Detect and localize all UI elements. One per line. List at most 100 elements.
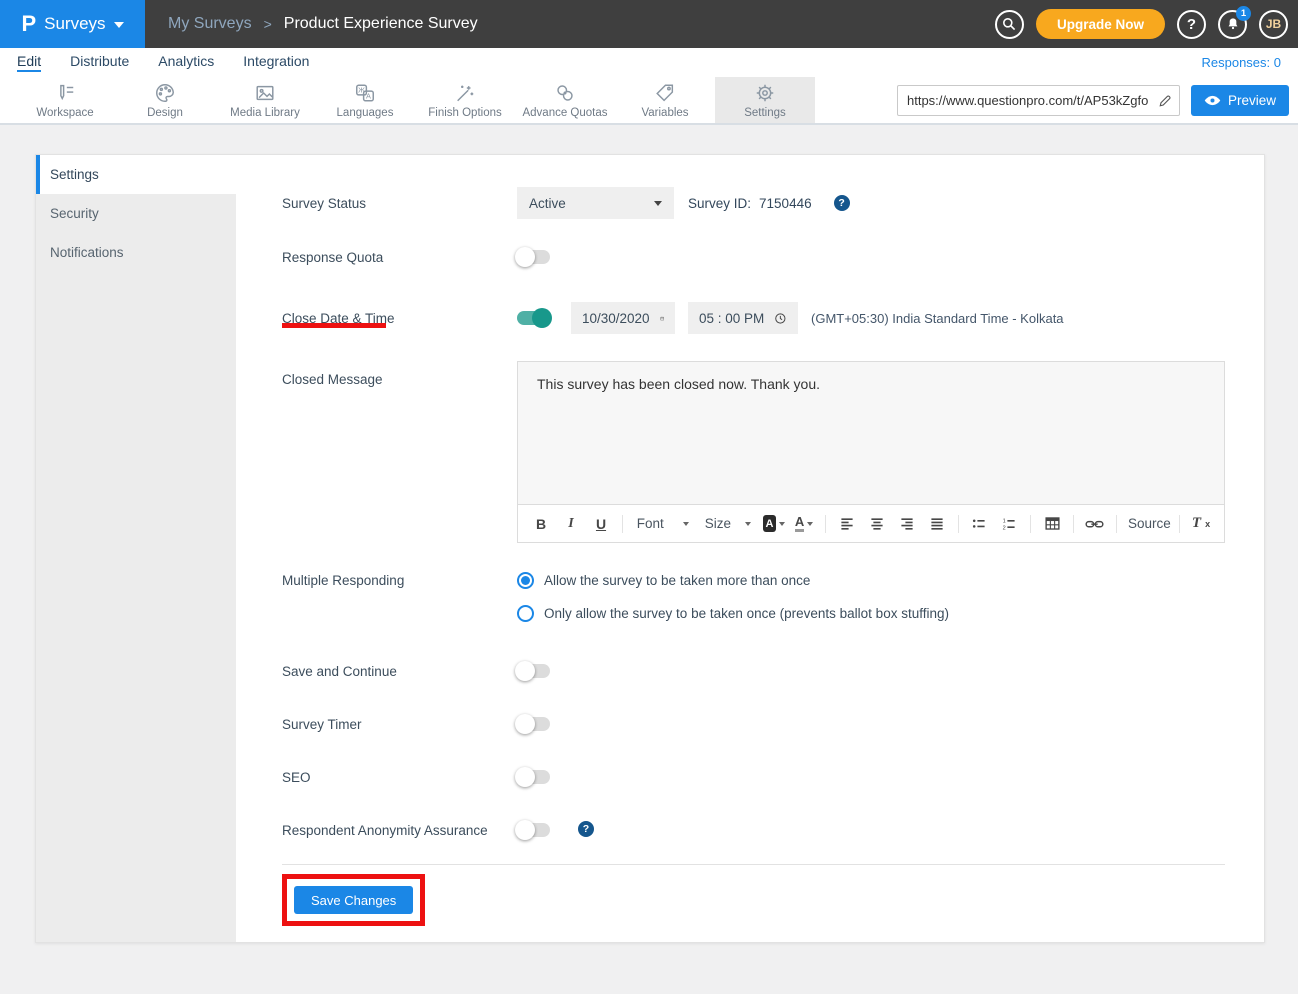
- survey-url-field: [897, 85, 1180, 116]
- size-dropdown[interactable]: Size: [699, 516, 757, 531]
- toolbar-tab-workspace[interactable]: Workspace: [15, 77, 115, 123]
- align-center-button[interactable]: [864, 511, 890, 537]
- underline-button[interactable]: U: [588, 511, 614, 537]
- respondent-anonymity-toggle[interactable]: [517, 823, 550, 837]
- surveys-product-menu[interactable]: P Surveys: [0, 0, 145, 48]
- save-changes-button[interactable]: Save Changes: [294, 886, 413, 914]
- response-quota-toggle[interactable]: [517, 250, 550, 264]
- sidebar-item-label: Settings: [50, 167, 99, 182]
- settings-panel: Settings Security Notifications Survey S…: [35, 154, 1265, 943]
- calendar-icon: [660, 311, 664, 326]
- toggle-knob: [515, 714, 535, 734]
- red-box-annotation: Save Changes: [282, 874, 425, 926]
- tab-integration[interactable]: Integration: [243, 53, 309, 72]
- toolbar-tab-languages[interactable]: Ж A Languages: [315, 77, 415, 123]
- link-icon: [1085, 517, 1104, 531]
- workspace-icon: [54, 82, 76, 104]
- align-center-icon: [869, 516, 885, 532]
- preview-button[interactable]: Preview: [1191, 85, 1289, 116]
- toolbar-tab-media-library[interactable]: Media Library: [215, 77, 315, 123]
- numbered-list-button[interactable]: 12: [996, 511, 1022, 537]
- multiple-responding-row: Multiple Responding Allow the survey to …: [282, 572, 1225, 622]
- finish-wand-icon: [454, 82, 476, 104]
- svg-text:2: 2: [1003, 525, 1006, 531]
- user-avatar[interactable]: JB: [1259, 10, 1288, 39]
- toolbar-tab-settings[interactable]: Settings: [715, 77, 815, 123]
- sidebar-item-notifications[interactable]: Notifications: [36, 233, 236, 272]
- align-justify-button[interactable]: [924, 511, 950, 537]
- toggle-knob: [532, 308, 552, 328]
- preview-label: Preview: [1228, 93, 1276, 108]
- chevron-down-icon: [745, 522, 751, 526]
- source-button[interactable]: Source: [1125, 511, 1172, 537]
- responses-count: Responses: 0: [1202, 55, 1282, 70]
- source-label: Source: [1128, 516, 1171, 531]
- radio-option-once-only[interactable]: Only allow the survey to be taken once (…: [517, 605, 949, 622]
- response-quota-row: Response Quota: [282, 248, 1225, 265]
- close-time-input[interactable]: 05 : 00 PM: [688, 302, 798, 334]
- question-mark-icon: ?: [1187, 16, 1196, 33]
- toolbar-tab-label: Design: [147, 107, 183, 119]
- survey-id-label: Survey ID:: [688, 196, 751, 211]
- breadcrumb: My Surveys > Product Experience Survey: [168, 15, 478, 33]
- survey-status-select[interactable]: Active: [517, 187, 674, 219]
- toolbar-tab-label: Languages: [337, 107, 394, 119]
- toolbar-tab-design[interactable]: Design: [115, 77, 215, 123]
- sidebar-item-settings[interactable]: Settings: [36, 155, 236, 194]
- settings-sidebar: Settings Security Notifications: [36, 155, 236, 942]
- radio-option-multiple-allowed[interactable]: Allow the survey to be taken more than o…: [517, 572, 949, 589]
- align-left-button[interactable]: [834, 511, 860, 537]
- help-button[interactable]: ?: [1177, 10, 1206, 39]
- seo-toggle[interactable]: [517, 770, 550, 784]
- survey-url-input[interactable]: [907, 93, 1158, 108]
- search-icon: [1001, 16, 1017, 32]
- closed-message-label: Closed Message: [282, 361, 517, 543]
- svg-text:A: A: [366, 91, 371, 100]
- toolbar-tab-label: Workspace: [36, 107, 93, 119]
- background-color-button[interactable]: A: [761, 511, 787, 537]
- italic-button[interactable]: I: [558, 511, 584, 537]
- radio-unselected-icon: [517, 605, 534, 622]
- edit-pencil-icon[interactable]: [1158, 93, 1173, 108]
- remove-format-button[interactable]: Tx: [1188, 511, 1214, 537]
- rich-text-toolbar: B I U Font Size A: [518, 504, 1224, 542]
- survey-id-help-icon[interactable]: ?: [834, 195, 850, 211]
- toolbar-tab-advance-quotas[interactable]: Advance Quotas: [515, 77, 615, 123]
- tab-edit[interactable]: Edit: [17, 53, 41, 72]
- text-color-button[interactable]: A: [791, 511, 817, 537]
- breadcrumb-my-surveys[interactable]: My Surveys: [168, 15, 252, 33]
- close-date-input[interactable]: 10/30/2020: [571, 302, 675, 334]
- save-and-continue-label: Save and Continue: [282, 662, 517, 679]
- notifications-button[interactable]: 1: [1218, 10, 1247, 39]
- close-date-toggle[interactable]: [517, 311, 550, 325]
- response-quota-label: Response Quota: [282, 248, 517, 265]
- bullet-list-button[interactable]: [966, 511, 992, 537]
- quotas-links-icon: [554, 82, 576, 104]
- design-palette-icon: [154, 82, 176, 104]
- toolbar-tab-variables[interactable]: Variables: [615, 77, 715, 123]
- toolbar-tab-label: Advance Quotas: [522, 107, 607, 119]
- multiple-responding-label: Multiple Responding: [282, 572, 517, 622]
- settings-form: Survey Status Active Survey ID: 7150446 …: [236, 155, 1265, 942]
- media-image-icon: [254, 82, 276, 104]
- save-and-continue-toggle[interactable]: [517, 664, 550, 678]
- seo-label: SEO: [282, 768, 517, 785]
- chevron-down-icon: [683, 522, 689, 526]
- closed-message-textarea[interactable]: This survey has been closed now. Thank y…: [518, 362, 1224, 504]
- font-dropdown[interactable]: Font: [631, 516, 695, 531]
- toolbar-tab-finish-options[interactable]: Finish Options: [415, 77, 515, 123]
- background-color-icon: A: [763, 515, 776, 532]
- respondent-anonymity-help-icon[interactable]: ?: [578, 821, 594, 837]
- clock-icon: [774, 311, 787, 326]
- sidebar-item-security[interactable]: Security: [36, 194, 236, 233]
- search-button[interactable]: [995, 10, 1024, 39]
- tab-distribute[interactable]: Distribute: [70, 53, 129, 72]
- tab-analytics[interactable]: Analytics: [158, 53, 214, 72]
- survey-timer-toggle[interactable]: [517, 717, 550, 731]
- insert-link-button[interactable]: [1082, 511, 1108, 537]
- insert-table-button[interactable]: [1039, 511, 1065, 537]
- bold-button[interactable]: B: [528, 511, 554, 537]
- upgrade-now-button[interactable]: Upgrade Now: [1036, 9, 1165, 39]
- align-right-button[interactable]: [894, 511, 920, 537]
- survey-timer-label: Survey Timer: [282, 715, 517, 732]
